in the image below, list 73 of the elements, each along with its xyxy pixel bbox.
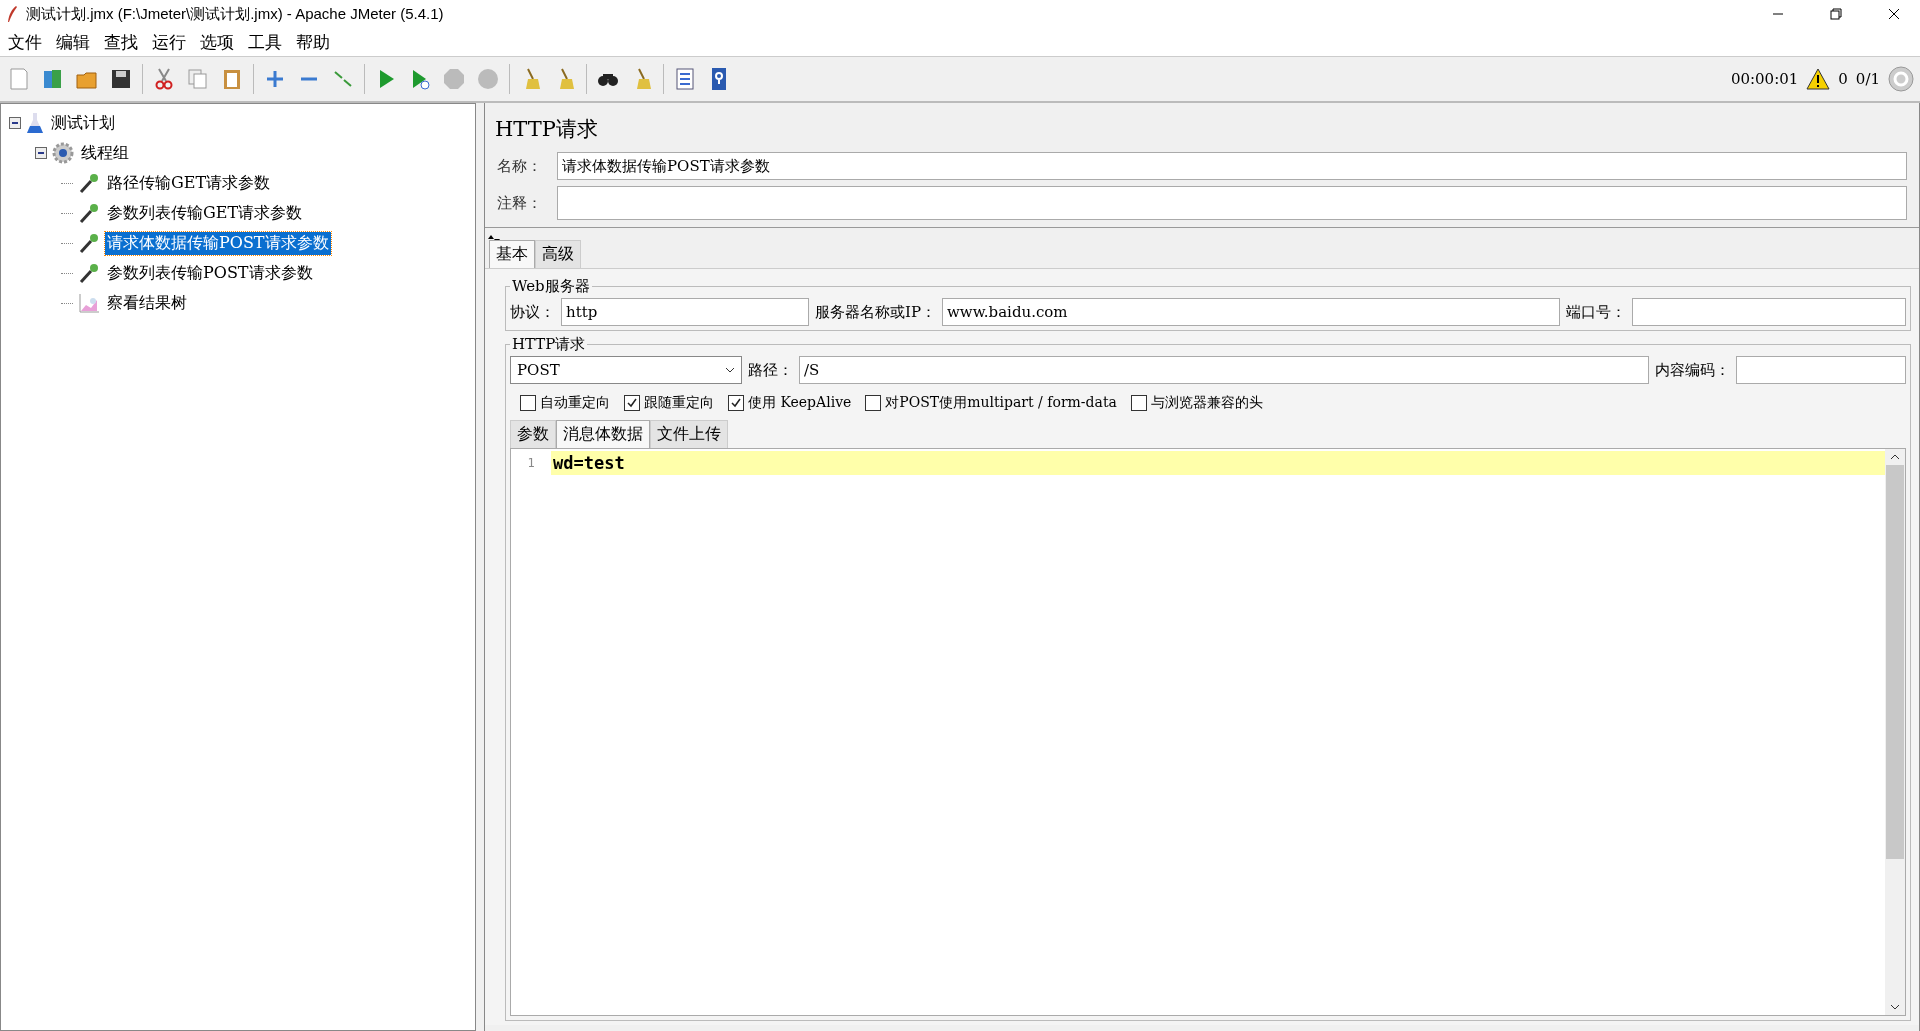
menu-item[interactable]: 查找 bbox=[104, 30, 138, 54]
pipette-icon bbox=[78, 262, 100, 284]
field-label: 服务器名称或IP： bbox=[815, 302, 937, 322]
tree-item[interactable]: 路径传输GET请求参数 bbox=[105, 171, 273, 195]
restore-icon[interactable] bbox=[1830, 8, 1842, 20]
collapse-toggle[interactable] bbox=[9, 117, 21, 129]
group-title: HTTP请求 bbox=[511, 335, 587, 354]
menu-item[interactable]: 选项 bbox=[200, 30, 234, 54]
scroll-down-icon[interactable] bbox=[1890, 1003, 1900, 1011]
warning-icon[interactable] bbox=[1806, 68, 1831, 90]
field-label: 注释： bbox=[497, 193, 543, 213]
scrollbar[interactable] bbox=[1885, 449, 1905, 1015]
checkbox[interactable] bbox=[865, 395, 882, 411]
comment-field[interactable] bbox=[557, 186, 1907, 220]
panel-title: HTTP请求 bbox=[494, 116, 599, 143]
splitter-arrows-icon[interactable] bbox=[487, 235, 501, 243]
checkbox[interactable] bbox=[520, 395, 536, 411]
elapsed-time: 00:00:01 bbox=[1730, 70, 1799, 88]
field-label: 名称： bbox=[497, 156, 543, 176]
group-title: Web服务器 bbox=[511, 277, 591, 296]
tree-item[interactable]: 察看结果树 bbox=[105, 291, 189, 315]
menu-item[interactable]: 文件 bbox=[8, 30, 42, 54]
tab[interactable]: 文件上传 bbox=[650, 420, 728, 448]
window-title: 测试计划.jmx (F:\Jmeter\测试计划.jmx) - Apache JMeter (5.4.1) bbox=[26, 4, 444, 24]
tree-item[interactable]: 测试计划 bbox=[49, 111, 117, 135]
feather-icon bbox=[6, 5, 18, 23]
line-number: 1 bbox=[511, 451, 551, 475]
field-label: 端口号： bbox=[1566, 302, 1626, 322]
checkbox-label: 与浏览器兼容的头 bbox=[1150, 394, 1263, 412]
checkbox[interactable] bbox=[728, 395, 744, 411]
server-field[interactable]: www.baidu.com bbox=[942, 298, 1560, 326]
tab[interactable]: 消息体数据 bbox=[556, 420, 650, 448]
checkbox-label: 使用 KeepAlive bbox=[748, 394, 852, 412]
tree-item[interactable]: 线程组 bbox=[79, 141, 131, 165]
collapse-toggle[interactable] bbox=[35, 147, 47, 159]
menu-item[interactable]: 运行 bbox=[152, 30, 186, 54]
checkbox-label: 自动重定向 bbox=[540, 394, 610, 412]
checkbox-label: 跟随重定向 bbox=[644, 394, 714, 412]
code-editor[interactable]: 1 wd=test bbox=[510, 448, 1906, 1016]
path-field[interactable]: /S bbox=[799, 356, 1649, 384]
chevron-down-icon bbox=[725, 367, 735, 373]
tab[interactable]: 基本 bbox=[489, 240, 535, 268]
tab[interactable]: 高级 bbox=[535, 240, 581, 268]
checkbox-label: 对POST使用multipart / form-data bbox=[885, 394, 1117, 412]
chart-icon bbox=[78, 292, 100, 314]
field-label: 协议： bbox=[510, 302, 555, 322]
close-icon[interactable] bbox=[1888, 8, 1900, 20]
tree-item[interactable]: 参数列表传输GET请求参数 bbox=[105, 201, 305, 225]
name-field[interactable]: 请求体数据传输POST请求参数 bbox=[557, 152, 1907, 180]
error-count: 0 bbox=[1838, 70, 1848, 88]
menu-item[interactable]: 编辑 bbox=[56, 30, 90, 54]
method-dropdown[interactable]: POST bbox=[510, 356, 742, 384]
field-label: 路径： bbox=[748, 360, 793, 380]
pipette-icon bbox=[78, 172, 100, 194]
pipette-icon bbox=[78, 232, 100, 254]
code-line: wd=test bbox=[552, 453, 625, 473]
thread-count: 0/1 bbox=[1855, 70, 1880, 88]
menu-item[interactable]: 帮助 bbox=[296, 30, 330, 54]
tab[interactable]: 参数 bbox=[510, 420, 556, 448]
checkbox[interactable] bbox=[1130, 395, 1147, 411]
port-field[interactable] bbox=[1632, 298, 1906, 326]
gear-icon bbox=[52, 142, 74, 164]
menu-item[interactable]: 工具 bbox=[248, 30, 282, 54]
pipette-icon bbox=[78, 202, 100, 224]
flask-icon bbox=[26, 112, 44, 134]
checkbox[interactable] bbox=[624, 395, 640, 411]
field-label: 内容编码： bbox=[1655, 360, 1730, 380]
status-indicator-icon bbox=[1888, 66, 1914, 92]
encoding-field[interactable] bbox=[1736, 356, 1906, 384]
tree-item[interactable]: 参数列表传输POST请求参数 bbox=[105, 261, 315, 285]
protocol-field[interactable]: http bbox=[561, 298, 809, 326]
tree-item[interactable]: 请求体数据传输POST请求参数 bbox=[105, 231, 331, 255]
scroll-up-icon[interactable] bbox=[1890, 453, 1900, 461]
